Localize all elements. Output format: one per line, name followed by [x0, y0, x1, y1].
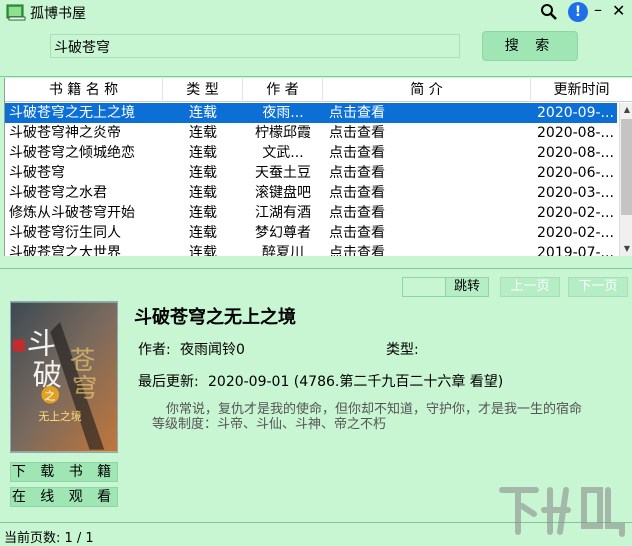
column-header-type[interactable]: 类 型	[163, 78, 243, 102]
updated-cell: 2020-06-...	[537, 165, 614, 181]
type-cell: 连载	[189, 205, 217, 221]
table-body: 斗破苍穹之无上之境 连载 夜雨... 点击查看 2020-09-... 斗破苍穹神之炎帝连…	[5, 103, 617, 256]
table-header: 书 籍 名 称 类 型 作 者 简 介 更新时间	[5, 78, 632, 102]
book-cover-image: 斗 破 苍 穹 之 无上之境	[10, 301, 118, 453]
author-cell: 柠檬邱霞	[255, 125, 311, 141]
table-row[interactable]: 斗破苍穹之无上之境 连载 夜雨... 点击查看 2020-09-...	[5, 103, 617, 123]
book-name-cell: 斗破苍穹之水君	[9, 185, 107, 201]
search-input-value: 斗破苍穹	[54, 40, 110, 56]
cover-subtitle: 无上之境	[38, 410, 81, 423]
updated-cell: 2020-03-...	[537, 185, 614, 201]
next-page-button[interactable]: 下一页	[568, 277, 628, 297]
author-cell: 夜雨...	[262, 105, 304, 121]
intro-cell[interactable]: 点击查看	[323, 183, 531, 203]
updated-cell: 2020-08-...	[537, 145, 614, 161]
search-icon[interactable]	[540, 3, 558, 21]
minimize-icon[interactable]: –	[594, 2, 602, 18]
divider	[0, 76, 632, 77]
cover-char: 之	[44, 390, 55, 403]
scroll-down-icon[interactable]: ▼	[620, 242, 632, 256]
description-line: 等级制度：斗帝、斗仙、斗神、帝之不朽	[152, 417, 387, 432]
cover-char: 斗	[27, 326, 56, 360]
cover-char: 穹	[72, 374, 98, 404]
table-row[interactable]: 斗破苍穹神之炎帝 连载 柠檬邱霞 点击查看 2020-08-...	[5, 123, 617, 143]
book-icon	[6, 4, 26, 21]
author-cell: 梦幻尊者	[255, 225, 311, 241]
book-name-cell: 斗破苍穹之倾城绝恋	[9, 145, 135, 161]
author-cell: 文武...	[262, 145, 304, 161]
updated-cell: 2020-02-...	[537, 225, 614, 241]
column-header-updated[interactable]: 更新时间	[531, 78, 632, 102]
type-cell: 连载	[189, 225, 217, 241]
search-button[interactable]: 搜 索	[482, 31, 578, 61]
intro-cell[interactable]: 点击查看	[323, 103, 531, 123]
intro-cell[interactable]: 点击查看	[323, 143, 531, 163]
last-update-label: 最后更新:	[138, 374, 199, 390]
type-cell: 连载	[189, 245, 217, 256]
author-label: 作者:	[138, 342, 171, 358]
download-book-button[interactable]: 下 载 书 籍	[10, 462, 118, 482]
author-cell: 天蚕土豆	[255, 165, 311, 181]
divider	[0, 268, 632, 269]
intro-cell[interactable]: 点击查看	[323, 123, 531, 143]
type-cell: 连载	[189, 125, 217, 141]
prev-page-button[interactable]: 上一页	[500, 277, 560, 297]
book-name-cell: 斗破苍穹	[9, 165, 65, 181]
book-name-cell: 斗破苍穹衍生同人	[9, 225, 121, 241]
title-bar: 孤博书屋 ! – ✕	[0, 0, 632, 24]
updated-cell: 2020-09-...	[537, 105, 614, 121]
watermark-logo	[499, 487, 625, 537]
author-cell: 滚键盘吧	[255, 185, 311, 201]
read-online-button[interactable]: 在 线 观 看	[10, 487, 118, 507]
table-row[interactable]: 斗破苍穹之倾城绝恋 连载 文武... 点击查看 2020-08-...	[5, 143, 617, 163]
intro-cell[interactable]: 点击查看	[323, 203, 531, 223]
book-name-cell: 斗破苍穹之无上之境	[9, 105, 135, 121]
page-number-input[interactable]	[402, 277, 446, 297]
type-cell: 连载	[189, 185, 217, 201]
table-row[interactable]: 斗破苍穹衍生同人 连载 梦幻尊者 点击查看 2020-02-...	[5, 223, 617, 243]
scroll-up-icon[interactable]: ▲	[620, 103, 632, 117]
type-cell: 连载	[189, 145, 217, 161]
column-header-name[interactable]: 书 籍 名 称	[5, 78, 163, 102]
vertical-scrollbar[interactable]: ▲ ▼	[619, 103, 632, 256]
updated-cell: 2020-02-...	[537, 205, 614, 221]
window-title: 孤博书屋	[30, 6, 86, 22]
results-table: 书 籍 名 称 类 型 作 者 简 介 更新时间 斗破苍穹之无上之境 连载 夜雨..…	[4, 78, 632, 256]
table-row[interactable]: 斗破苍穹之水君 连载 滚键盘吧 点击查看 2020-03-...	[5, 183, 617, 203]
column-header-intro[interactable]: 简 介	[323, 78, 531, 102]
author-cell: 江湖有酒	[255, 205, 311, 221]
help-icon[interactable]: !	[568, 2, 588, 22]
author-cell: 醉夏川	[262, 245, 304, 256]
page-status: 当前页数: 1 / 1	[4, 531, 94, 546]
author-value: 夜雨闻铃0	[180, 342, 245, 358]
table-row[interactable]: 斗破苍穹之大世界 连载 醉夏川 点击查看 2019-07-...	[5, 243, 617, 256]
type-label: 类型:	[386, 342, 419, 358]
intro-cell[interactable]: 点击查看	[323, 163, 531, 183]
book-name-cell: 斗破苍穹神之炎帝	[9, 125, 121, 141]
book-name-cell: 修炼从斗破苍穹开始	[9, 205, 135, 221]
book-title: 斗破苍穹之无上之境	[134, 307, 296, 328]
scroll-thumb[interactable]	[621, 119, 632, 215]
jump-button[interactable]: 跳转	[445, 277, 489, 297]
table-row[interactable]: 修炼从斗破苍穹开始 连载 江湖有酒 点击查看 2020-02-...	[5, 203, 617, 223]
type-cell: 连载	[189, 165, 217, 181]
last-update-value: 2020-09-01 (4786.第二千九百二十六章 看望)	[208, 374, 504, 390]
close-icon[interactable]: ✕	[612, 3, 625, 19]
cover-char: 苍	[70, 346, 96, 376]
column-header-author[interactable]: 作 者	[243, 78, 323, 102]
search-input[interactable]: 斗破苍穹	[50, 34, 460, 58]
book-name-cell: 斗破苍穹之大世界	[9, 245, 121, 256]
intro-cell[interactable]: 点击查看	[323, 243, 531, 256]
type-cell: 连载	[189, 105, 217, 121]
updated-cell: 2020-08-...	[537, 125, 614, 141]
table-row[interactable]: 斗破苍穹 连载 天蚕土豆 点击查看 2020-06-...	[5, 163, 617, 183]
intro-cell[interactable]: 点击查看	[323, 223, 531, 243]
updated-cell: 2019-07-...	[537, 245, 614, 256]
